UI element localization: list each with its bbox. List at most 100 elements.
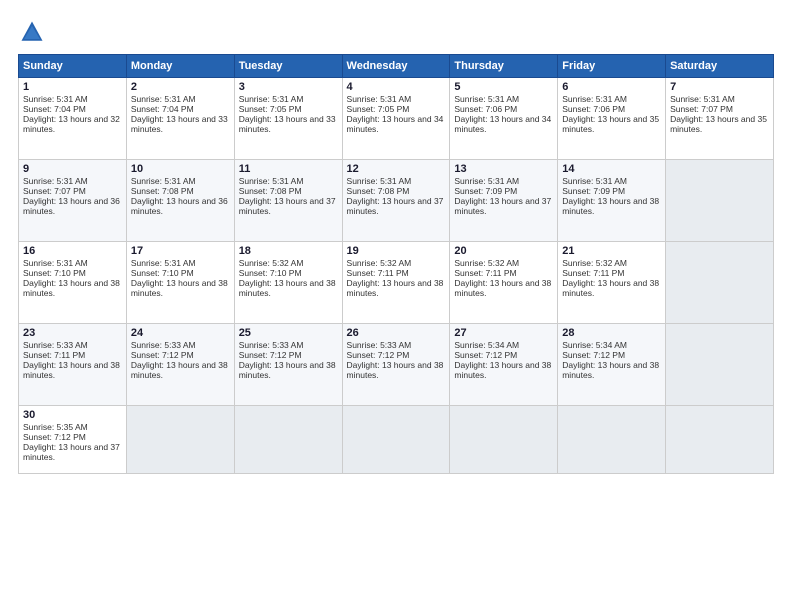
daylight-label: Daylight: 13 hours and 37 minutes. — [454, 196, 551, 216]
sunrise-label: Sunrise: 5:33 AM — [239, 340, 304, 350]
sunset-label: Sunset: 7:12 PM — [23, 432, 86, 442]
calendar-cell — [558, 406, 666, 474]
day-number: 28 — [562, 327, 661, 339]
calendar-cell: 17Sunrise: 5:31 AMSunset: 7:10 PMDayligh… — [126, 242, 234, 324]
daylight-label: Daylight: 13 hours and 37 minutes. — [347, 196, 444, 216]
sunrise-label: Sunrise: 5:31 AM — [670, 94, 735, 104]
day-number: 3 — [239, 81, 338, 93]
calendar-cell — [234, 406, 342, 474]
sunset-label: Sunset: 7:10 PM — [131, 268, 194, 278]
daylight-label: Daylight: 13 hours and 38 minutes. — [562, 360, 659, 380]
daylight-label: Daylight: 13 hours and 38 minutes. — [131, 278, 228, 298]
day-number: 12 — [347, 163, 446, 175]
calendar-header-row: SundayMondayTuesdayWednesdayThursdayFrid… — [19, 55, 774, 78]
calendar-cell: 28Sunrise: 5:34 AMSunset: 7:12 PMDayligh… — [558, 324, 666, 406]
daylight-label: Daylight: 13 hours and 33 minutes. — [131, 114, 228, 134]
daylight-label: Daylight: 13 hours and 37 minutes. — [239, 196, 336, 216]
calendar-cell — [342, 406, 450, 474]
sunset-label: Sunset: 7:07 PM — [23, 186, 86, 196]
sunset-label: Sunset: 7:12 PM — [239, 350, 302, 360]
daylight-label: Daylight: 13 hours and 38 minutes. — [23, 278, 120, 298]
day-number: 26 — [347, 327, 446, 339]
calendar-cell — [450, 406, 558, 474]
sunrise-label: Sunrise: 5:32 AM — [347, 258, 412, 268]
day-number: 1 — [23, 81, 122, 93]
calendar-cell: 11Sunrise: 5:31 AMSunset: 7:08 PMDayligh… — [234, 160, 342, 242]
sunrise-label: Sunrise: 5:31 AM — [23, 176, 88, 186]
calendar-cell: 20Sunrise: 5:32 AMSunset: 7:11 PMDayligh… — [450, 242, 558, 324]
col-header-tuesday: Tuesday — [234, 55, 342, 78]
sunset-label: Sunset: 7:12 PM — [454, 350, 517, 360]
day-number: 19 — [347, 245, 446, 257]
daylight-label: Daylight: 13 hours and 38 minutes. — [239, 360, 336, 380]
calendar-cell: 6Sunrise: 5:31 AMSunset: 7:06 PMDaylight… — [558, 78, 666, 160]
daylight-label: Daylight: 13 hours and 34 minutes. — [454, 114, 551, 134]
daylight-label: Daylight: 13 hours and 38 minutes. — [347, 360, 444, 380]
sunrise-label: Sunrise: 5:34 AM — [454, 340, 519, 350]
logo — [18, 18, 50, 46]
sunset-label: Sunset: 7:09 PM — [562, 186, 625, 196]
calendar-cell: 30Sunrise: 5:35 AMSunset: 7:12 PMDayligh… — [19, 406, 127, 474]
col-header-thursday: Thursday — [450, 55, 558, 78]
calendar-cell: 24Sunrise: 5:33 AMSunset: 7:12 PMDayligh… — [126, 324, 234, 406]
day-number: 23 — [23, 327, 122, 339]
daylight-label: Daylight: 13 hours and 33 minutes. — [239, 114, 336, 134]
daylight-label: Daylight: 13 hours and 38 minutes. — [562, 278, 659, 298]
sunset-label: Sunset: 7:11 PM — [562, 268, 624, 278]
sunset-label: Sunset: 7:12 PM — [131, 350, 194, 360]
sunrise-label: Sunrise: 5:31 AM — [562, 94, 627, 104]
sunset-label: Sunset: 7:08 PM — [239, 186, 302, 196]
calendar-cell: 21Sunrise: 5:32 AMSunset: 7:11 PMDayligh… — [558, 242, 666, 324]
sunset-label: Sunset: 7:07 PM — [670, 104, 733, 114]
day-number: 20 — [454, 245, 553, 257]
day-number: 18 — [239, 245, 338, 257]
calendar-cell: 14Sunrise: 5:31 AMSunset: 7:09 PMDayligh… — [558, 160, 666, 242]
sunset-label: Sunset: 7:10 PM — [23, 268, 86, 278]
day-number: 30 — [23, 409, 122, 421]
calendar-cell — [666, 324, 774, 406]
col-header-wednesday: Wednesday — [342, 55, 450, 78]
sunrise-label: Sunrise: 5:31 AM — [454, 94, 519, 104]
sunset-label: Sunset: 7:06 PM — [562, 104, 625, 114]
day-number: 10 — [131, 163, 230, 175]
calendar-cell: 16Sunrise: 5:31 AMSunset: 7:10 PMDayligh… — [19, 242, 127, 324]
sunset-label: Sunset: 7:06 PM — [454, 104, 517, 114]
day-number: 5 — [454, 81, 553, 93]
sunrise-label: Sunrise: 5:34 AM — [562, 340, 627, 350]
daylight-label: Daylight: 13 hours and 32 minutes. — [23, 114, 120, 134]
daylight-label: Daylight: 13 hours and 38 minutes. — [131, 360, 228, 380]
day-number: 24 — [131, 327, 230, 339]
sunset-label: Sunset: 7:11 PM — [454, 268, 516, 278]
day-number: 21 — [562, 245, 661, 257]
sunset-label: Sunset: 7:05 PM — [347, 104, 410, 114]
calendar-cell: 3Sunrise: 5:31 AMSunset: 7:05 PMDaylight… — [234, 78, 342, 160]
calendar-cell — [666, 242, 774, 324]
calendar-cell: 5Sunrise: 5:31 AMSunset: 7:06 PMDaylight… — [450, 78, 558, 160]
calendar-cell: 9Sunrise: 5:31 AMSunset: 7:07 PMDaylight… — [19, 160, 127, 242]
sunrise-label: Sunrise: 5:31 AM — [23, 94, 88, 104]
sunrise-label: Sunrise: 5:31 AM — [239, 176, 304, 186]
day-number: 4 — [347, 81, 446, 93]
calendar-cell: 1Sunrise: 5:31 AMSunset: 7:04 PMDaylight… — [19, 78, 127, 160]
calendar-cell: 23Sunrise: 5:33 AMSunset: 7:11 PMDayligh… — [19, 324, 127, 406]
col-header-sunday: Sunday — [19, 55, 127, 78]
day-number: 11 — [239, 163, 338, 175]
day-number: 14 — [562, 163, 661, 175]
sunrise-label: Sunrise: 5:31 AM — [239, 94, 304, 104]
calendar-cell: 12Sunrise: 5:31 AMSunset: 7:08 PMDayligh… — [342, 160, 450, 242]
sunrise-label: Sunrise: 5:31 AM — [454, 176, 519, 186]
day-number: 9 — [23, 163, 122, 175]
day-number: 17 — [131, 245, 230, 257]
calendar-cell: 27Sunrise: 5:34 AMSunset: 7:12 PMDayligh… — [450, 324, 558, 406]
calendar-cell: 10Sunrise: 5:31 AMSunset: 7:08 PMDayligh… — [126, 160, 234, 242]
calendar-cell: 13Sunrise: 5:31 AMSunset: 7:09 PMDayligh… — [450, 160, 558, 242]
sunrise-label: Sunrise: 5:31 AM — [562, 176, 627, 186]
calendar-cell: 26Sunrise: 5:33 AMSunset: 7:12 PMDayligh… — [342, 324, 450, 406]
day-number: 7 — [670, 81, 769, 93]
calendar-cell: 25Sunrise: 5:33 AMSunset: 7:12 PMDayligh… — [234, 324, 342, 406]
sunset-label: Sunset: 7:10 PM — [239, 268, 302, 278]
daylight-label: Daylight: 13 hours and 34 minutes. — [347, 114, 444, 134]
calendar-cell: 4Sunrise: 5:31 AMSunset: 7:05 PMDaylight… — [342, 78, 450, 160]
day-number: 25 — [239, 327, 338, 339]
header — [18, 18, 774, 46]
